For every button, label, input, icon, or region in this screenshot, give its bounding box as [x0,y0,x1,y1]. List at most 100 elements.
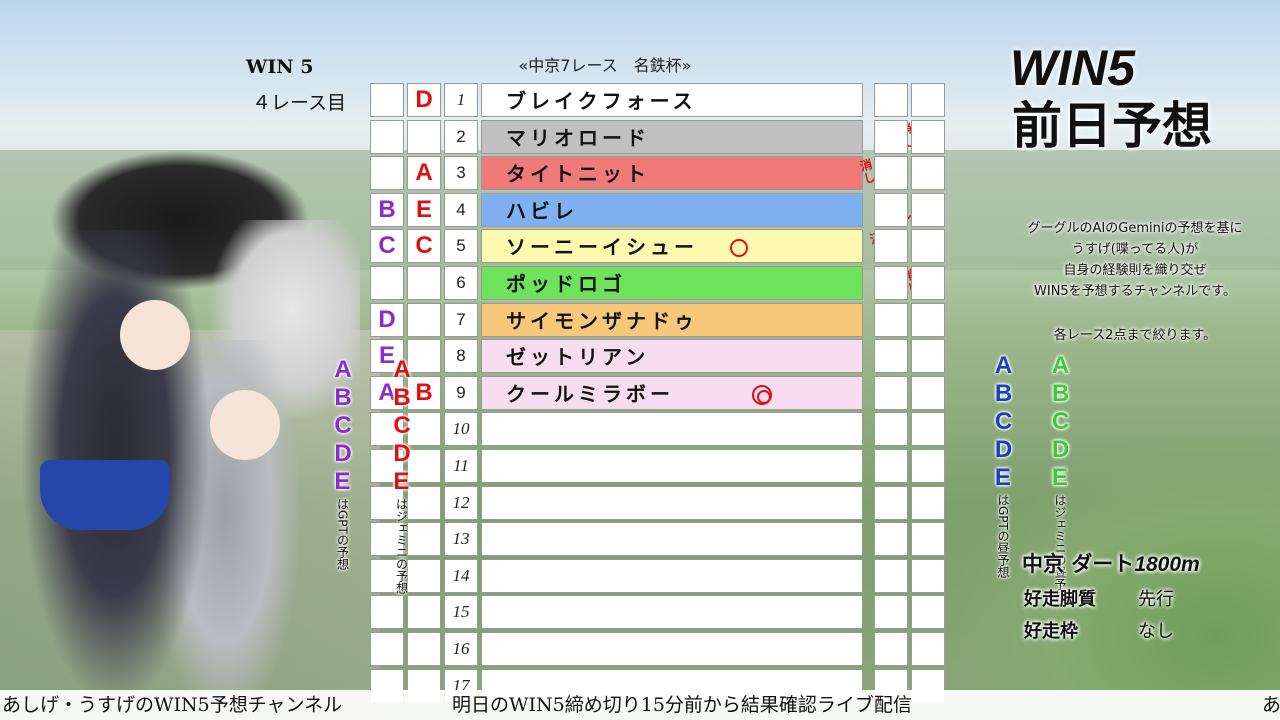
channel-title-prediction: 前日予想 [1012,97,1212,155]
gpt-mark-cell [370,632,404,666]
gpt-noon-mark-cell [874,83,908,117]
horse-number: 16 [452,639,470,658]
legend-letter-gemini-noon: A [1051,352,1070,379]
horse-number-cell: 1 [444,83,478,117]
gpt-noon-mark-cell [874,156,908,191]
double-circle-mark-icon [752,384,772,405]
description-line: WIN5を予想するチャンネルです。 [1034,284,1236,299]
gpt-mark-cell [370,119,404,154]
race-title: «中京7レース 名鉄杯» [518,56,692,75]
ashige-face [210,390,280,460]
horse-name-cell: マリオロード 消し [481,119,917,154]
legend-gemini: ABCDE はジェミニの予想 [334,356,470,594]
gemini-mark-cell: C [407,229,441,264]
usuge-face [120,300,190,370]
pick-letter: A [415,159,433,187]
channel-title-win5: WIN5 [1010,40,1135,96]
gemini-mark-cell [407,119,441,154]
horse-name: ハビレ [506,198,578,223]
gpt-noon-mark-cell [874,192,908,227]
horse-name: ソーニーイシュー [506,235,698,260]
gpt-noon-mark-cell [874,632,908,666]
gpt-noon-mark-cell [874,266,908,300]
gemini-mark-cell [407,302,441,337]
gpt-mark-cell [370,595,404,630]
horse-number-cell: 15 [444,595,478,630]
horse-name-cell: ブレイクフォース消し [481,83,893,117]
horse-name-cell: ゼットリアン消し [481,339,935,374]
course-distance: 1800m [1134,553,1200,576]
horse-name-cell [481,412,863,447]
horse-row: 15 [370,595,866,630]
gemini-noon-mark-cell [911,558,945,593]
bottom-ticker: あしげ・うすげのWIN5予想チャンネル 明日のWIN5締め切り15分前から結果確… [0,690,1280,720]
course-venue: 中京 [1022,552,1064,576]
race-number: ４レース目 [252,92,347,114]
legend-letter-gemini: E [393,468,410,495]
legend-letter-gemini: C [393,412,411,439]
horse-number-cell: 3 [444,156,478,191]
pick-letter: E [415,195,432,223]
legend-letter-gemini: D [393,440,411,467]
gpt-mark-cell: C [370,229,404,264]
legend-letter-gemini-noon: D [1051,436,1070,463]
horse-number: 6 [456,273,466,292]
legend-letter-gemini-noon: C [1051,408,1070,435]
horse-name-cell [481,449,863,483]
legend-letter-gemini: B [393,384,411,411]
gemini-noon-mark-cell [911,485,945,520]
horse-name-cell: ソーニーイシュー消し [481,229,887,264]
circle-mark-icon [730,239,748,258]
course-surface: ダート [1071,552,1135,576]
gpt-noon-mark-cell [874,375,908,410]
gpt-noon-mark-cell [874,302,908,337]
gpt-mark-cell: B [370,192,404,227]
horse-row: 16 [370,632,866,666]
horse-name-cell [481,632,863,666]
horse-row: BE 4 ハビレ消し [370,192,913,227]
gemini-mark-cell [407,595,441,630]
win5-label: WIN 5 [246,56,314,78]
gemini-noon-mark-cell [911,339,945,374]
gemini-noon-mark-cell [911,192,945,227]
condition-value-post: なし [1138,621,1174,642]
gpt-noon-mark-cell [874,412,908,447]
horse-name: ポッドロゴ [506,272,626,296]
gpt-mark-cell [370,83,404,117]
gemini-noon-mark-cell [911,229,945,264]
horse-row: 2 マリオロード 消し [370,119,917,154]
ticker-repeat: あ [1262,694,1280,716]
condition-label-running-style: 好走脚質 [1024,589,1096,610]
horse-row: A 3 タイトニット 消し [370,156,877,191]
horse-number-cell: 7 [444,302,478,337]
horse-name: マリオロード [506,125,650,150]
gpt-noon-mark-cell [874,485,908,520]
horse-number: 4 [456,199,466,219]
gemini-mark-cell: A [407,156,441,191]
horse-name: ゼットリアン [506,345,650,370]
gpt-noon-mark-cell [874,522,908,557]
pick-letter: C [378,232,396,260]
gpt-noon-mark-cell [874,558,908,593]
gemini-noon-mark-cell [911,119,945,154]
horse-number: 1 [456,90,466,109]
horse-number: 5 [456,236,466,256]
horse-name-cell: ハビレ消し [481,192,913,227]
pick-letter: C [415,232,433,260]
gpt-noon-mark-cell [874,449,908,483]
horse-name: タイトニット [506,162,650,187]
horse-number: 2 [456,126,466,146]
usuge-skirt [40,460,170,530]
horse-name-cell: サイモンザナドゥ消し [481,302,893,337]
horse-name: サイモンザナドゥ [506,308,698,333]
gemini-mark-cell [407,266,441,300]
horse-number: 15 [452,602,470,622]
horse-number-cell: 4 [444,192,478,227]
condition-value-running-style: 先行 [1138,589,1174,610]
gemini-noon-mark-cell [911,302,945,337]
horse-name-cell: ポッドロゴ消し [481,266,921,300]
gemini-noon-mark-cell [911,266,945,300]
horse-row: 6 ポッドロゴ消し [370,266,921,300]
condition-label-post: 好走枠 [1024,621,1078,642]
description-line: うすげ(喋ってる人)が [1071,242,1199,257]
